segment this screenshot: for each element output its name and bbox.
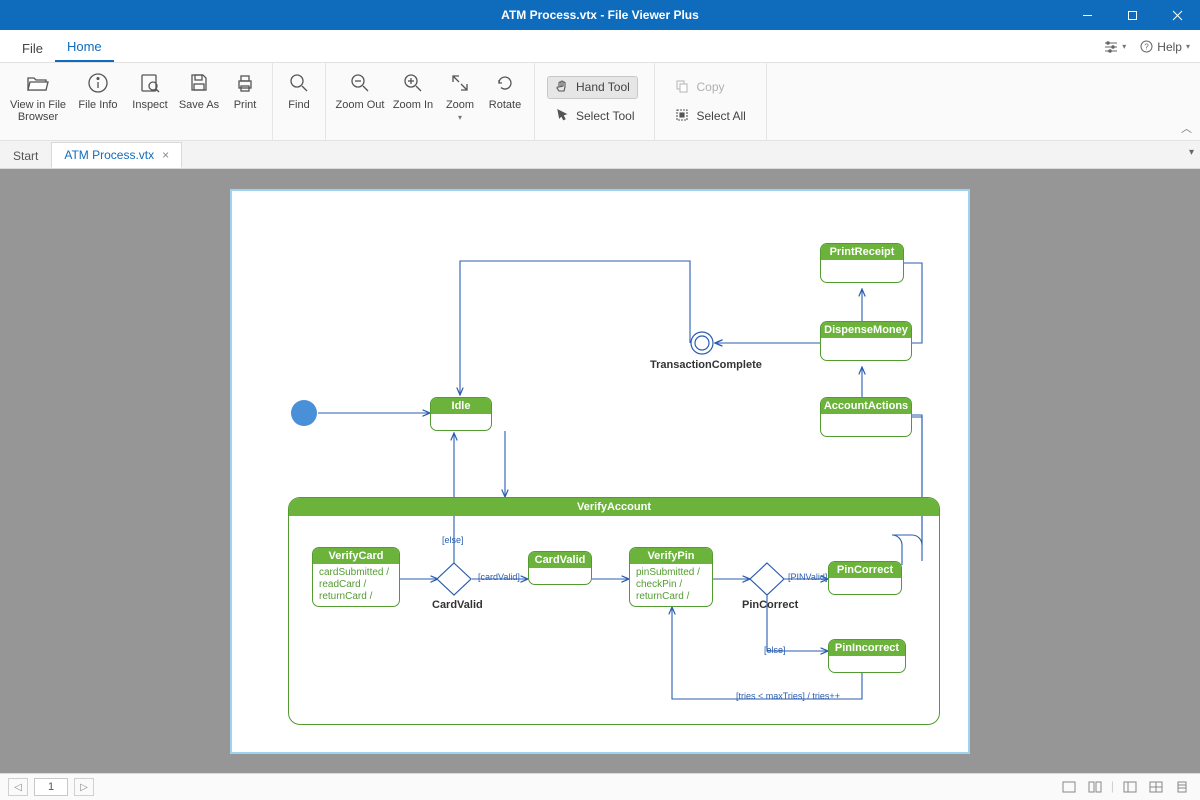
view-in-browser-label: View in File Browser bbox=[6, 99, 70, 123]
folder-open-icon bbox=[6, 69, 70, 97]
file-info-button[interactable]: File Info bbox=[70, 69, 126, 111]
inspect-button[interactable]: Inspect bbox=[126, 69, 174, 111]
inspect-icon bbox=[126, 69, 174, 97]
next-page-button[interactable]: ▷ bbox=[74, 778, 94, 796]
save-as-button[interactable]: Save As bbox=[174, 69, 224, 111]
title-bar: ATM Process.vtx - File Viewer Plus bbox=[0, 0, 1200, 30]
rotate-button[interactable]: Rotate bbox=[482, 69, 528, 111]
ribbon-toolbar: View in File Browser File Info Inspect S… bbox=[0, 63, 1200, 141]
menu-bar: File Home ▾ ?Help ▾ bbox=[0, 30, 1200, 63]
settings-icon[interactable]: ▾ bbox=[1104, 41, 1126, 53]
find-button[interactable]: Find bbox=[279, 69, 319, 111]
hand-icon bbox=[555, 79, 569, 96]
search-icon bbox=[279, 69, 319, 97]
tab-active-document[interactable]: ATM Process.vtx × bbox=[51, 142, 182, 168]
select-tool-button[interactable]: Select Tool bbox=[547, 105, 642, 128]
view-mode-4-icon[interactable] bbox=[1146, 779, 1166, 795]
print-button[interactable]: Print bbox=[224, 69, 266, 111]
tabs-overflow-icon[interactable]: ▾ bbox=[1189, 147, 1194, 158]
print-icon bbox=[224, 69, 266, 97]
hand-tool-button[interactable]: Hand Tool bbox=[547, 76, 638, 99]
status-bar: ◁ 1 ▷ | bbox=[0, 773, 1200, 800]
expand-icon bbox=[438, 69, 482, 97]
view-mode-3-icon[interactable] bbox=[1120, 779, 1140, 795]
info-icon bbox=[70, 69, 126, 97]
view-mode-buttons: | bbox=[1059, 779, 1192, 795]
window-title: ATM Process.vtx - File Viewer Plus bbox=[0, 8, 1200, 22]
view-mode-2-icon[interactable] bbox=[1085, 779, 1105, 795]
copy-icon bbox=[675, 79, 689, 96]
edge-label-else2: [else] bbox=[764, 645, 786, 655]
label-cardvalid-diamond: CardValid bbox=[432, 599, 483, 611]
state-pin-incorrect: PinIncorrect bbox=[828, 639, 906, 673]
zoom-in-button[interactable]: Zoom In bbox=[388, 69, 438, 111]
state-pin-correct: PinCorrect bbox=[828, 561, 902, 595]
label-transaction-complete: TransactionComplete bbox=[650, 359, 762, 371]
minimize-button[interactable] bbox=[1065, 0, 1110, 30]
zoom-in-icon bbox=[388, 69, 438, 97]
menu-file[interactable]: File bbox=[10, 35, 55, 62]
state-card-valid: CardValid bbox=[528, 551, 592, 585]
view-mode-5-icon[interactable] bbox=[1172, 779, 1192, 795]
help-menu[interactable]: ?Help ▾ bbox=[1140, 40, 1190, 54]
edge-label-cardvalid: [cardValid] bbox=[478, 572, 520, 582]
cursor-icon bbox=[555, 108, 569, 125]
svg-text:?: ? bbox=[1145, 43, 1150, 52]
edge-label-pinvalid: [PINValid] bbox=[788, 572, 827, 582]
state-account-actions: AccountActions bbox=[820, 397, 912, 437]
maximize-button[interactable] bbox=[1110, 0, 1155, 30]
tab-close-icon[interactable]: × bbox=[162, 148, 169, 162]
window-buttons bbox=[1065, 0, 1200, 30]
view-mode-1-icon[interactable] bbox=[1059, 779, 1079, 795]
view-in-browser-button[interactable]: View in File Browser bbox=[6, 69, 70, 123]
state-verify-pin: VerifyPin pinSubmitted / checkPin / retu… bbox=[629, 547, 713, 607]
zoom-out-icon bbox=[332, 69, 388, 97]
prev-page-button[interactable]: ◁ bbox=[8, 778, 28, 796]
page-number-field[interactable]: 1 bbox=[34, 778, 68, 796]
edge-label-else1: [else] bbox=[442, 535, 464, 545]
zoom-out-button[interactable]: Zoom Out bbox=[332, 69, 388, 111]
rotate-icon bbox=[482, 69, 528, 97]
state-dispense-money: DispenseMoney bbox=[820, 321, 912, 361]
edge-label-tries: [tries < maxTries] / tries++ bbox=[736, 691, 840, 701]
state-print-receipt: PrintReceipt bbox=[820, 243, 904, 283]
tab-start[interactable]: Start bbox=[0, 143, 51, 168]
save-icon bbox=[174, 69, 224, 97]
document-tabs: Start ATM Process.vtx × ▾ bbox=[0, 141, 1200, 169]
copy-button[interactable]: Copy bbox=[667, 76, 732, 99]
diagram-page: Idle PrintReceipt DispenseMoney AccountA… bbox=[230, 189, 970, 754]
menu-home[interactable]: Home bbox=[55, 33, 114, 62]
canvas-area[interactable]: Idle PrintReceipt DispenseMoney AccountA… bbox=[0, 169, 1200, 773]
label-pincorrect-diamond: PinCorrect bbox=[742, 599, 798, 611]
select-all-icon bbox=[675, 108, 689, 125]
select-all-button[interactable]: Select All bbox=[667, 105, 753, 128]
close-button[interactable] bbox=[1155, 0, 1200, 30]
state-verify-card: VerifyCard cardSubmitted / readCard / re… bbox=[312, 547, 400, 607]
collapse-ribbon-icon[interactable]: ︿ bbox=[1181, 120, 1192, 136]
state-idle: Idle bbox=[430, 397, 492, 431]
zoom-button[interactable]: Zoom▾ bbox=[438, 69, 482, 124]
region-verify-account: VerifyAccount bbox=[288, 497, 940, 725]
